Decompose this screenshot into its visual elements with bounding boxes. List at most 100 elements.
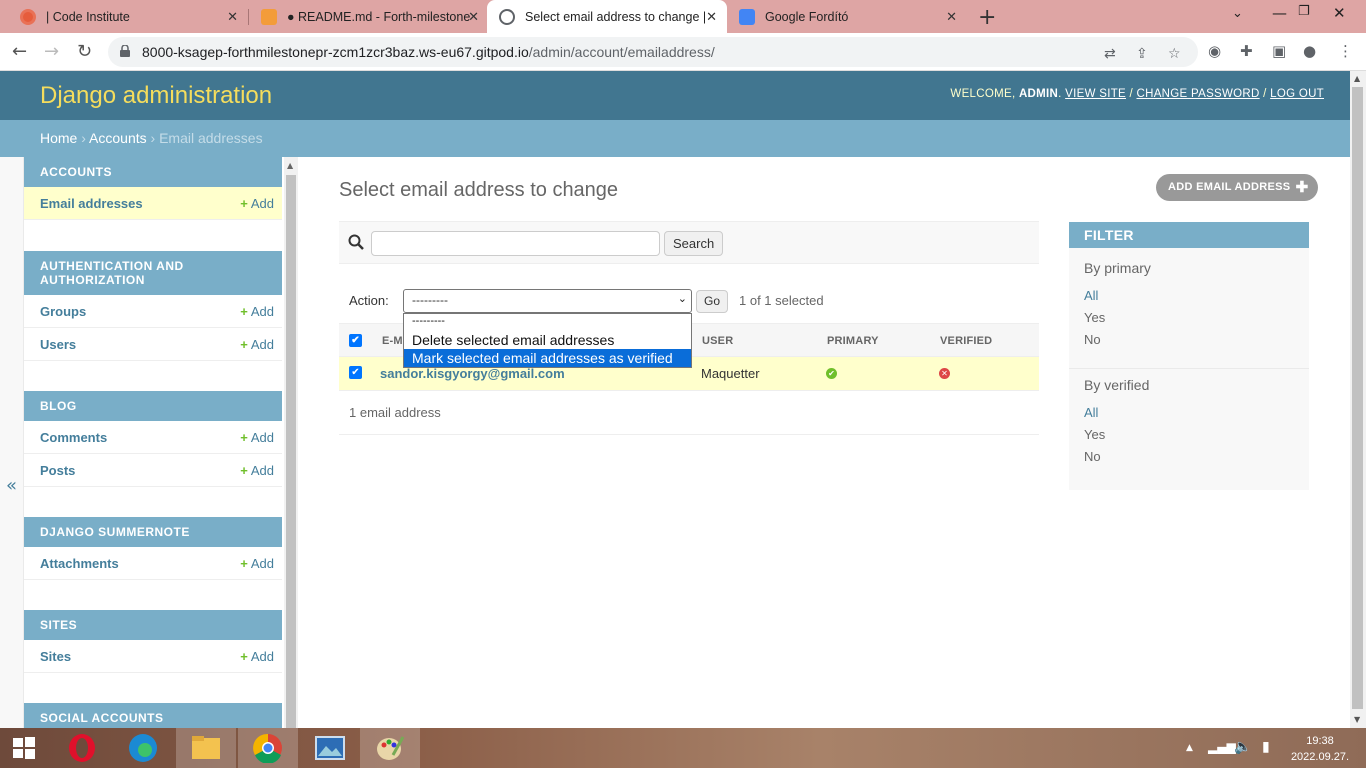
- sidebar-item-attachments[interactable]: Attachments + Add: [24, 547, 282, 580]
- filter-option-no[interactable]: No: [1069, 449, 1309, 471]
- module-caption[interactable]: SOCIAL ACCOUNTS: [24, 703, 282, 728]
- restore-icon[interactable]: ❐: [1298, 4, 1310, 19]
- tab-readme[interactable]: ● README.md - Forth-milestone ✕: [249, 0, 489, 33]
- sidebar-item-label[interactable]: Comments: [40, 430, 107, 445]
- sidebar-item-groups[interactable]: Groups + Add: [24, 295, 282, 328]
- scroll-down-icon[interactable]: ▼: [1354, 715, 1360, 724]
- sidebar-item-label[interactable]: Users: [40, 337, 76, 352]
- add-link[interactable]: + Add: [240, 556, 274, 571]
- close-icon[interactable]: ✕: [706, 9, 717, 25]
- sidebar-item-comments[interactable]: Comments + Add: [24, 421, 282, 454]
- menu-icon[interactable]: ⋮: [1338, 42, 1353, 60]
- search-input[interactable]: [371, 231, 660, 256]
- add-link[interactable]: + Add: [240, 463, 274, 478]
- share-icon[interactable]: ⇪: [1136, 46, 1148, 62]
- scroll-up-icon[interactable]: ▲: [1354, 74, 1360, 83]
- action-option-mark-verified[interactable]: Mark selected email addresses as verifie…: [404, 349, 691, 367]
- close-icon[interactable]: ✕: [468, 9, 479, 25]
- close-icon[interactable]: ✕: [227, 9, 238, 25]
- file-explorer-taskbar-item[interactable]: [176, 728, 236, 768]
- breadcrumb-home[interactable]: Home: [40, 130, 77, 146]
- tray-overflow-icon[interactable]: ▲: [1186, 743, 1193, 753]
- sidebar-item-label[interactable]: Groups: [40, 304, 86, 319]
- filter-option-yes[interactable]: Yes: [1069, 310, 1309, 332]
- filter-option-yes[interactable]: Yes: [1069, 427, 1309, 449]
- column-email[interactable]: E-M: [382, 335, 403, 347]
- network-icon[interactable]: ▂▄▆: [1208, 740, 1236, 754]
- battery-icon[interactable]: ▮: [1262, 739, 1270, 755]
- tab-select-email[interactable]: Select email address to change | ✕: [487, 0, 727, 33]
- filter-option-no[interactable]: No: [1069, 332, 1309, 354]
- sidebar-item-label[interactable]: Email addresses: [40, 196, 143, 211]
- action-option-delete[interactable]: Delete selected email addresses: [404, 331, 691, 349]
- taskbar-clock[interactable]: 19:38 2022.09.27.: [1290, 733, 1350, 765]
- add-link[interactable]: + Add: [240, 430, 274, 445]
- scrollbar-thumb[interactable]: [286, 175, 296, 728]
- module-caption[interactable]: ACCOUNTS: [24, 157, 282, 187]
- forward-icon[interactable]: →: [44, 41, 59, 62]
- module-caption[interactable]: AUTHENTICATION AND AUTHORIZATION: [24, 251, 282, 295]
- sidebar-item-label[interactable]: Attachments: [40, 556, 119, 571]
- omnibox[interactable]: 8000-ksagep-forthmilestonepr-zcm1zcr3baz…: [108, 37, 1198, 67]
- sidebar-toggle[interactable]: «: [0, 157, 24, 728]
- profile-icon[interactable]: ●: [1303, 42, 1316, 60]
- sidebar-item-posts[interactable]: Posts + Add: [24, 454, 282, 487]
- column-verified[interactable]: VERIFIED: [940, 335, 992, 347]
- sidebar-scrollbar[interactable]: ▲: [284, 157, 298, 728]
- paint-taskbar-item[interactable]: [360, 728, 420, 768]
- action-option[interactable]: ---------: [404, 314, 691, 331]
- page-scrollbar[interactable]: ▲ ▼: [1350, 71, 1366, 728]
- column-primary[interactable]: PRIMARY: [827, 335, 879, 347]
- add-link[interactable]: + Add: [240, 196, 274, 211]
- sidebar-item-label[interactable]: Sites: [40, 649, 71, 664]
- module-caption[interactable]: BLOG: [24, 391, 282, 421]
- change-password-link[interactable]: CHANGE PASSWORD: [1137, 88, 1260, 100]
- module-caption[interactable]: DJANGO SUMMERNOTE: [24, 517, 282, 547]
- scrollbar-thumb[interactable]: [1352, 87, 1363, 709]
- breadcrumb-accounts[interactable]: Accounts: [89, 130, 147, 146]
- add-link[interactable]: + Add: [240, 649, 274, 664]
- action-select[interactable]: --------- ⌄: [403, 289, 692, 313]
- sidebar-item-sites[interactable]: Sites + Add: [24, 640, 282, 673]
- log-out-link[interactable]: LOG OUT: [1270, 88, 1324, 100]
- add-link[interactable]: + Add: [240, 337, 274, 352]
- chrome-taskbar-item[interactable]: [238, 728, 298, 768]
- search-button[interactable]: Search: [664, 231, 724, 256]
- site-brand[interactable]: Django administration: [40, 82, 272, 110]
- filter-option-all[interactable]: All: [1069, 405, 1309, 427]
- sidebar-item-label[interactable]: Posts: [40, 463, 75, 478]
- photos-taskbar-item[interactable]: [300, 728, 360, 768]
- row-checkbox[interactable]: ✔: [349, 366, 362, 379]
- opera-taskbar-item[interactable]: [52, 728, 112, 768]
- close-icon[interactable]: ✕: [946, 9, 957, 25]
- filter-title: FILTER: [1069, 222, 1309, 248]
- module-caption[interactable]: SITES: [24, 610, 282, 640]
- start-button[interactable]: [0, 728, 48, 768]
- window-close-icon[interactable]: ✕: [1333, 4, 1346, 22]
- add-email-address-button[interactable]: ADD EMAIL ADDRESS ✚: [1156, 174, 1319, 201]
- back-icon[interactable]: ←: [12, 41, 27, 62]
- column-user[interactable]: USER: [702, 335, 733, 347]
- tab-google-translate[interactable]: Google Fordító ✕: [727, 0, 967, 33]
- translate-icon[interactable]: ⇄: [1104, 46, 1116, 62]
- view-site-link[interactable]: VIEW SITE: [1065, 88, 1126, 100]
- select-all-checkbox[interactable]: ✔: [349, 334, 362, 347]
- minimize-icon[interactable]: —: [1272, 4, 1287, 22]
- extension-icon[interactable]: ◉: [1208, 42, 1221, 60]
- sidebar-item-email-addresses[interactable]: Email addresses + Add: [24, 187, 282, 220]
- email-link[interactable]: sandor.kisgyorgy@gmail.com: [380, 366, 565, 381]
- tab-search-icon[interactable]: ⌄: [1232, 6, 1243, 21]
- go-button[interactable]: Go: [696, 290, 729, 313]
- tab-code-institute[interactable]: | Code Institute ✕: [8, 0, 248, 33]
- bookmark-star-icon[interactable]: ☆: [1168, 46, 1181, 62]
- scroll-up-icon[interactable]: ▲: [287, 161, 293, 170]
- add-link[interactable]: + Add: [240, 304, 274, 319]
- reload-icon[interactable]: ↻: [77, 41, 92, 62]
- puzzle-icon[interactable]: ✚: [1240, 42, 1253, 60]
- volume-icon[interactable]: 🔈: [1234, 739, 1251, 755]
- new-tab-icon[interactable]: +: [978, 5, 996, 30]
- filter-option-all[interactable]: All: [1069, 288, 1309, 310]
- edge-taskbar-item[interactable]: [113, 728, 173, 768]
- sidebar-item-users[interactable]: Users + Add: [24, 328, 282, 361]
- side-panel-icon[interactable]: ▣: [1272, 42, 1286, 60]
